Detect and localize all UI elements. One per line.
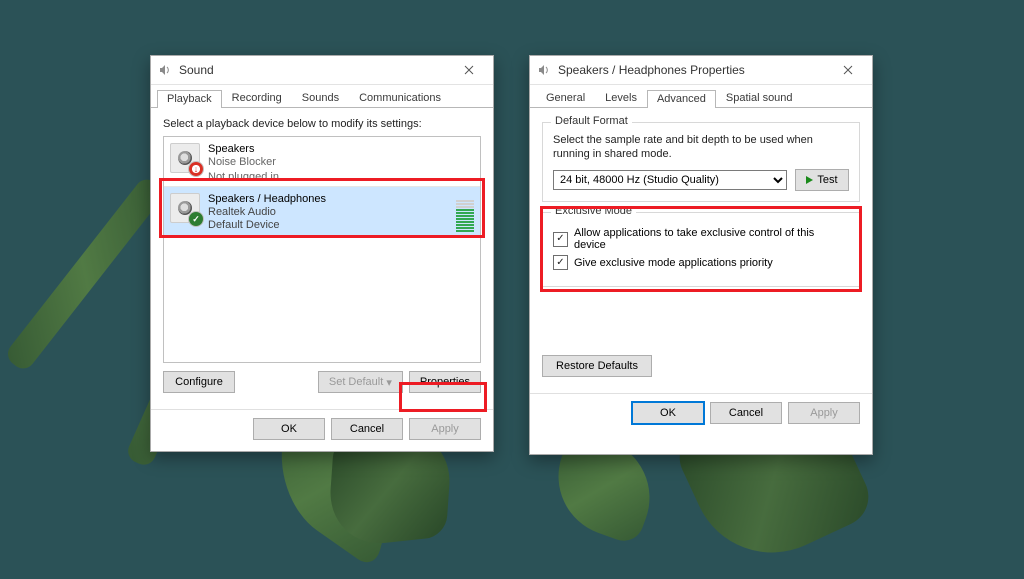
- tab-playback[interactable]: Playback: [157, 90, 222, 108]
- device-name: Speakers / Headphones: [208, 193, 450, 206]
- playback-device-list[interactable]: ↓ Speakers Noise Blocker Not plugged in …: [163, 136, 481, 363]
- properties-title: Speakers / Headphones Properties: [558, 63, 745, 77]
- device-subtitle: Realtek Audio: [208, 206, 450, 219]
- exclusive-mode-legend: Exclusive Mode: [551, 205, 636, 217]
- restore-defaults-button[interactable]: Restore Defaults: [542, 355, 652, 377]
- tab-general[interactable]: General: [536, 89, 595, 107]
- cancel-button[interactable]: Cancel: [710, 402, 782, 424]
- tab-spatial-sound[interactable]: Spatial sound: [716, 89, 803, 107]
- speaker-device-icon: [170, 193, 200, 223]
- tab-advanced[interactable]: Advanced: [647, 90, 716, 108]
- allow-exclusive-control-row[interactable]: Allow applications to take exclusive con…: [553, 227, 849, 251]
- test-button[interactable]: Test: [795, 169, 849, 191]
- default-badge-icon: [189, 212, 203, 226]
- exclusive-mode-group: Exclusive Mode Allow applications to tak…: [542, 212, 860, 287]
- speaker-icon: [536, 62, 552, 78]
- default-format-legend: Default Format: [551, 115, 632, 127]
- tab-sounds[interactable]: Sounds: [292, 89, 349, 107]
- device-item-speakers-noise-blocker[interactable]: ↓ Speakers Noise Blocker Not plugged in: [164, 137, 480, 186]
- device-subtitle: Noise Blocker: [208, 156, 474, 169]
- sound-titlebar[interactable]: Sound: [151, 56, 493, 85]
- tab-levels[interactable]: Levels: [595, 89, 647, 107]
- sample-rate-select[interactable]: 24 bit, 48000 Hz (Studio Quality): [553, 170, 787, 190]
- sound-title: Sound: [179, 63, 214, 77]
- default-format-desc: Select the sample rate and bit depth to …: [553, 133, 849, 161]
- properties-window: Speakers / Headphones Properties General…: [529, 55, 873, 455]
- exclusive-priority-row[interactable]: Give exclusive mode applications priorit…: [553, 255, 849, 270]
- apply-button[interactable]: Apply: [409, 418, 481, 440]
- speaker-icon: [157, 62, 173, 78]
- properties-button[interactable]: Properties: [409, 371, 481, 393]
- level-meter: [456, 193, 474, 232]
- set-default-button[interactable]: Set Default ▾: [318, 371, 403, 393]
- play-icon: [806, 176, 813, 184]
- error-badge-icon: ↓: [189, 162, 203, 176]
- sound-tabs: Playback Recording Sounds Communications: [151, 85, 493, 108]
- device-name: Speakers: [208, 143, 474, 156]
- ok-button[interactable]: OK: [253, 418, 325, 440]
- apply-button[interactable]: Apply: [788, 402, 860, 424]
- configure-button[interactable]: Configure: [163, 371, 235, 393]
- close-button[interactable]: [453, 60, 485, 80]
- speaker-device-icon: ↓: [170, 143, 200, 173]
- playback-instruction: Select a playback device below to modify…: [163, 118, 481, 130]
- device-status: Default Device: [208, 219, 450, 232]
- tab-communications[interactable]: Communications: [349, 89, 451, 107]
- properties-tabs: General Levels Advanced Spatial sound: [530, 85, 872, 108]
- default-format-group: Default Format Select the sample rate an…: [542, 122, 860, 202]
- tab-recording[interactable]: Recording: [222, 89, 292, 107]
- close-button[interactable]: [832, 60, 864, 80]
- checkbox-exclusive-priority[interactable]: [553, 255, 568, 270]
- properties-titlebar[interactable]: Speakers / Headphones Properties: [530, 56, 872, 85]
- checkbox-allow-exclusive-control[interactable]: [553, 232, 568, 247]
- sound-window: Sound Playback Recording Sounds Communic…: [150, 55, 494, 452]
- checkbox-label: Give exclusive mode applications priorit…: [574, 257, 773, 269]
- device-status: Not plugged in: [208, 169, 474, 182]
- checkbox-label: Allow applications to take exclusive con…: [574, 227, 849, 251]
- device-item-speakers-headphones[interactable]: Speakers / Headphones Realtek Audio Defa…: [164, 186, 480, 236]
- cancel-button[interactable]: Cancel: [331, 418, 403, 440]
- plant-leaf: [3, 175, 167, 373]
- ok-button[interactable]: OK: [632, 402, 704, 424]
